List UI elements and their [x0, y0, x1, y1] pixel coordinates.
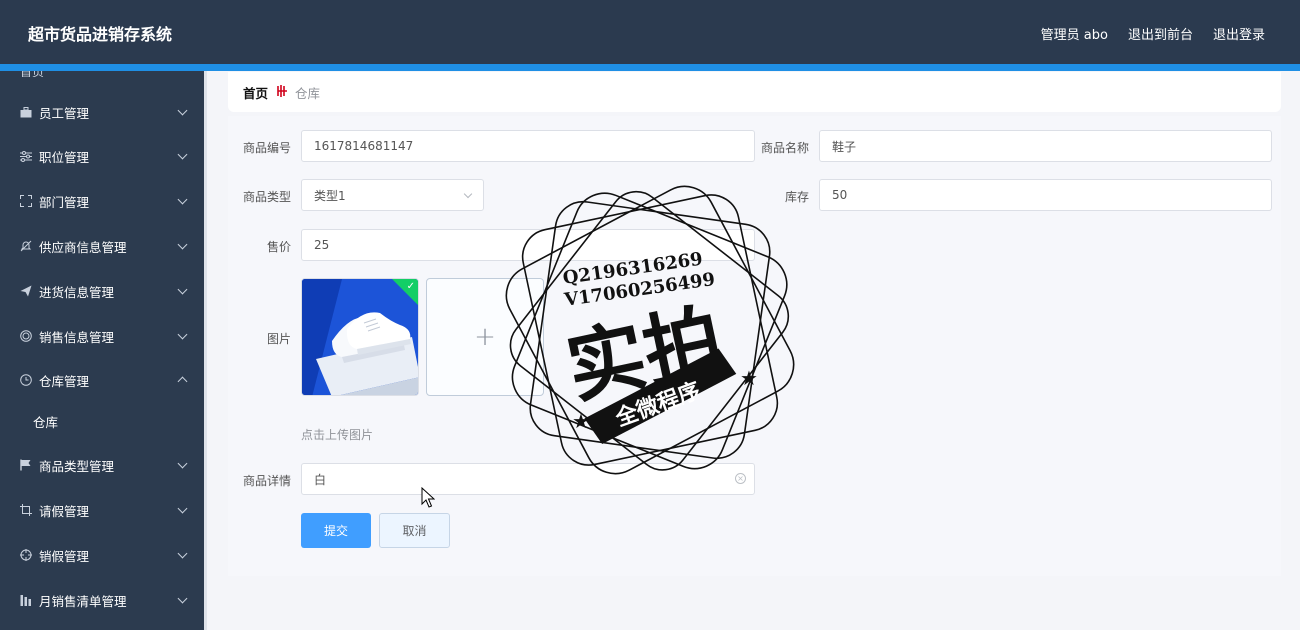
stock-input[interactable]: 50 [819, 179, 1272, 211]
logout-link[interactable]: 退出登录 [1213, 24, 1265, 43]
detail-input[interactable]: 白 × [301, 463, 755, 495]
code-input[interactable]: 1617814681147 [301, 130, 755, 162]
chevron-down-icon [177, 284, 188, 295]
sidebar-divider [204, 71, 207, 630]
sidebar-item-leave-cancel[interactable]: 销假管理 [0, 533, 204, 577]
price-label: 售价 [266, 240, 291, 254]
breadcrumb-current: 仓库 [295, 85, 321, 101]
breadcrumb-home[interactable]: 首页 [243, 83, 268, 102]
chevron-up-icon [177, 376, 188, 387]
chevron-down-icon [177, 105, 188, 116]
submit-button[interactable]: 提交 [301, 513, 371, 548]
sidebar-item-leave[interactable]: 请假管理 [0, 488, 204, 532]
sidebar-item-label: 进货信息管理 [39, 284, 115, 300]
sidebar-item-label: 员工管理 [39, 105, 90, 121]
chevron-down-icon [463, 189, 473, 199]
chevron-down-icon [177, 329, 188, 340]
sliders-icon [19, 149, 33, 163]
target-ring-icon [19, 329, 33, 343]
sidebar-item-label: 请假管理 [39, 503, 90, 519]
header-accent-bar [0, 64, 1300, 71]
detail-label: 商品详情 [242, 474, 291, 488]
code-label: 商品编号 [242, 141, 291, 155]
stock-label: 库存 [784, 190, 809, 204]
briefcase-icon [19, 105, 33, 119]
image-upload-button[interactable]: + [426, 278, 544, 396]
sidebar-item-purchase[interactable]: 进货信息管理 [0, 269, 204, 313]
mouse-cursor-icon [421, 487, 435, 508]
image-label: 图片 [266, 332, 291, 346]
submenu-warehouse[interactable]: 仓库 [0, 399, 204, 443]
sidebar-cut-item[interactable]: 首页 [20, 71, 84, 77]
sidebar-item-position[interactable]: 职位管理 [0, 134, 204, 178]
clear-icon[interactable]: × [735, 473, 746, 484]
chevron-down-icon [177, 548, 188, 559]
chevron-down-icon [177, 458, 188, 469]
crop-frame-icon [19, 194, 33, 208]
sidebar-item-sales[interactable]: 销售信息管理 [0, 314, 204, 358]
sidebar-item-label: 供应商信息管理 [39, 239, 127, 255]
clock-icon [19, 373, 33, 387]
chevron-down-icon [177, 194, 188, 205]
send-icon [19, 284, 33, 298]
sidebar-item-label: 仓库管理 [39, 373, 90, 389]
sidebar-item-staff[interactable]: 员工管理 [0, 90, 204, 134]
sidebar-item-warehouse[interactable]: 仓库管理 [0, 358, 204, 402]
chevron-down-icon [177, 239, 188, 250]
sidebar-item-label: 销售信息管理 [39, 329, 115, 345]
name-input[interactable]: 鞋子 [819, 130, 1272, 162]
top-header: 超市货品进销存系统 管理员 abo 退出到前台 退出登录 [0, 0, 1300, 64]
uploaded-image-thumbnail[interactable]: ✓ [301, 278, 419, 396]
sidebar-item-label: 月销售清单管理 [39, 593, 127, 609]
crop-icon [19, 503, 33, 517]
type-label: 商品类型 [242, 190, 291, 204]
plus-icon: + [474, 322, 496, 352]
detail-input-value: 白 [314, 472, 327, 487]
bar-chart-icon [19, 593, 33, 607]
sidebar-item-label: 职位管理 [39, 149, 90, 165]
cancel-button[interactable]: 取消 [379, 513, 450, 548]
breadcrumb: 首页 仓库 [228, 72, 1281, 112]
flag-icon [19, 458, 33, 472]
chevron-down-icon [177, 593, 188, 604]
crosshair-icon [19, 548, 33, 562]
sidebar-item-label: 销假管理 [39, 548, 90, 564]
check-icon: ✓ [406, 281, 415, 292]
bell-off-icon [19, 239, 33, 253]
sidebar-item-department[interactable]: 部门管理 [0, 179, 204, 223]
breadcrumb-separator-icon [276, 84, 288, 100]
chevron-down-icon [177, 503, 188, 514]
app-title: 超市货品进销存系统 [28, 25, 173, 44]
upload-hint: 点击上传图片 [301, 428, 374, 442]
chevron-down-icon [177, 149, 188, 160]
sidebar-item-product-type[interactable]: 商品类型管理 [0, 443, 204, 487]
header-nav: 管理员 abo 退出到前台 退出登录 [1041, 24, 1265, 43]
type-select[interactable]: 类型1 [301, 179, 484, 211]
name-label: 商品名称 [760, 141, 809, 155]
type-select-value: 类型1 [314, 188, 346, 203]
sidebar-item-label: 部门管理 [39, 194, 90, 210]
exit-to-front-link[interactable]: 退出到前台 [1128, 24, 1193, 43]
sidebar: 首页 员工管理 职位管理 部门管理 供应商信息管理 进货信息管理 销售信息管理 … [0, 71, 204, 630]
sidebar-item-monthly-sales[interactable]: 月销售清单管理 [0, 578, 204, 622]
sidebar-item-supplier[interactable]: 供应商信息管理 [0, 224, 204, 268]
sidebar-item-label: 商品类型管理 [39, 458, 115, 474]
shoe-photo [302, 279, 418, 395]
admin-user-link[interactable]: 管理员 abo [1041, 24, 1108, 43]
price-input[interactable]: 25 [301, 229, 755, 261]
